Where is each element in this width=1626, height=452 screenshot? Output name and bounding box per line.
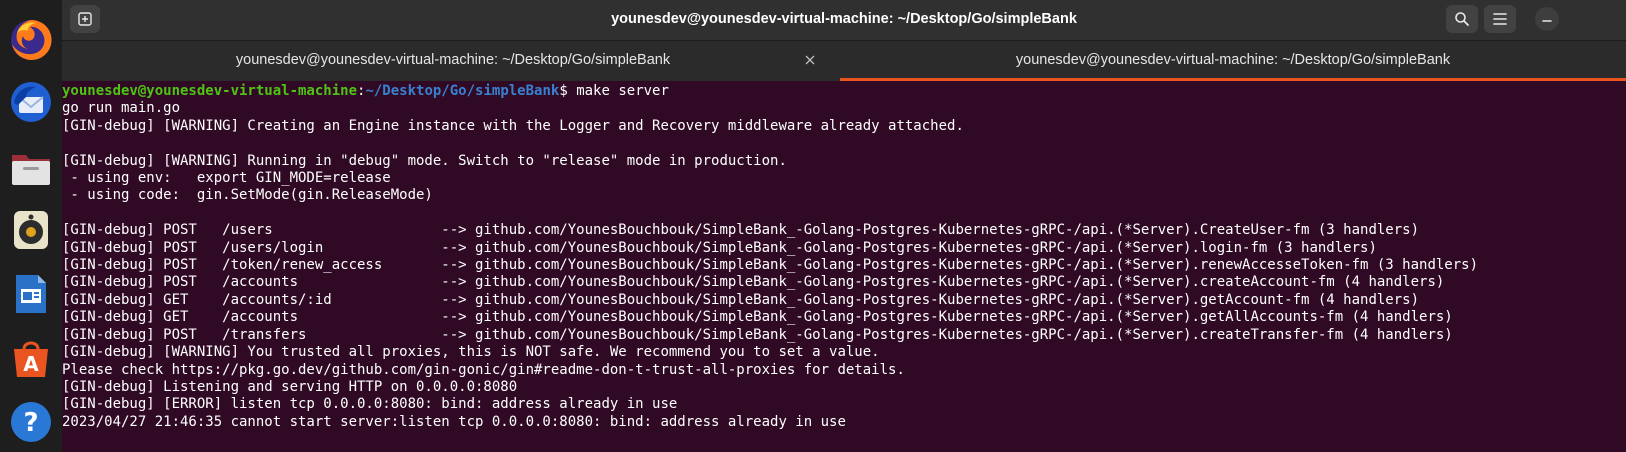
- terminal-line: Please check https://pkg.go.dev/github.c…: [62, 361, 905, 378]
- tab-label: younesdev@younesdev-virtual-machine: ~/D…: [235, 52, 671, 68]
- terminal-line: [GIN-debug] [WARNING] Creating an Engine…: [62, 117, 964, 134]
- search-icon: [1455, 12, 1469, 26]
- terminal-line: [GIN-debug] POST /users --> github.com/Y…: [62, 222, 1420, 239]
- prompt-symbol: $: [559, 83, 577, 99]
- tab-bar: younesdev@younesdev-virtual-machine: ~/D…: [62, 41, 1626, 81]
- hamburger-menu-icon: [1493, 13, 1507, 25]
- terminal-line: [GIN-debug] GET /accounts --> github.com…: [62, 309, 1453, 326]
- terminal-line: [GIN-debug] Listening and serving HTTP o…: [62, 378, 518, 395]
- terminal-line: [GIN-debug] POST /token/renew_access -->…: [62, 257, 1479, 274]
- terminal-line: 2023/04/27 21:46:35 cannot start server:…: [62, 413, 846, 430]
- terminal-view[interactable]: younesdev@younesdev-virtual-machine:~/De…: [62, 81, 1626, 452]
- menu-button[interactable]: [1484, 5, 1516, 33]
- terminal-output: younesdev@younesdev-virtual-machine:~/De…: [62, 81, 1626, 431]
- app-center-icon[interactable]: A: [0, 328, 62, 388]
- rhythmbox-icon[interactable]: [0, 200, 62, 260]
- terminal-line: [GIN-debug] [WARNING] Running in "debug"…: [62, 152, 787, 169]
- prompt-line: younesdev@younesdev-virtual-machine:~/De…: [62, 83, 669, 99]
- tab-close-button[interactable]: [802, 52, 818, 68]
- prompt-path: ~/Desktop/Go/simpleBank: [365, 83, 560, 99]
- prompt-command: make server: [576, 83, 669, 99]
- title-bar: younesdev@younesdev-virtual-machine: ~/D…: [62, 0, 1626, 41]
- tab-label: younesdev@younesdev-virtual-machine: ~/D…: [1015, 52, 1451, 68]
- terminal-line: [GIN-debug] POST /transfers --> github.c…: [62, 326, 1453, 343]
- window-title: younesdev@younesdev-virtual-machine: ~/D…: [611, 11, 1077, 27]
- prompt-user-host: younesdev@younesdev-virtual-machine: [62, 83, 358, 99]
- close-icon: [805, 55, 815, 65]
- svg-text:?: ?: [23, 408, 38, 438]
- tab-terminal-2[interactable]: younesdev@younesdev-virtual-machine: ~/D…: [840, 41, 1626, 81]
- terminal-line: [GIN-debug] [ERROR] listen tcp 0.0.0.0:8…: [62, 396, 678, 413]
- minimize-button[interactable]: [1535, 7, 1559, 31]
- terminal-lines: go run main.go [GIN-debug] [WARNING] Cre…: [62, 100, 1478, 429]
- help-icon[interactable]: ?: [0, 392, 62, 452]
- firefox-icon[interactable]: [0, 10, 62, 70]
- terminal-line: - using code: gin.SetMode(gin.ReleaseMod…: [62, 187, 433, 204]
- thunderbird-icon[interactable]: [0, 72, 62, 132]
- minimize-icon: [1542, 20, 1552, 22]
- tab-terminal-1[interactable]: younesdev@younesdev-virtual-machine: ~/D…: [62, 41, 844, 81]
- search-button[interactable]: [1446, 5, 1478, 33]
- terminal-line: - using env: export GIN_MODE=release: [62, 170, 391, 187]
- dock: A ?: [0, 0, 62, 452]
- terminal-line: [GIN-debug] POST /accounts --> github.co…: [62, 274, 1445, 291]
- terminal-line: [GIN-debug] [WARNING] You trusted all pr…: [62, 344, 880, 361]
- libreoffice-writer-icon[interactable]: [0, 264, 62, 324]
- files-icon[interactable]: [0, 138, 62, 198]
- terminal-line: go run main.go: [62, 100, 181, 117]
- svg-text:A: A: [23, 352, 39, 376]
- terminal-line: [GIN-debug] GET /accounts/:id --> github…: [62, 291, 1420, 308]
- terminal-line: [GIN-debug] POST /users/login --> github…: [62, 239, 1377, 256]
